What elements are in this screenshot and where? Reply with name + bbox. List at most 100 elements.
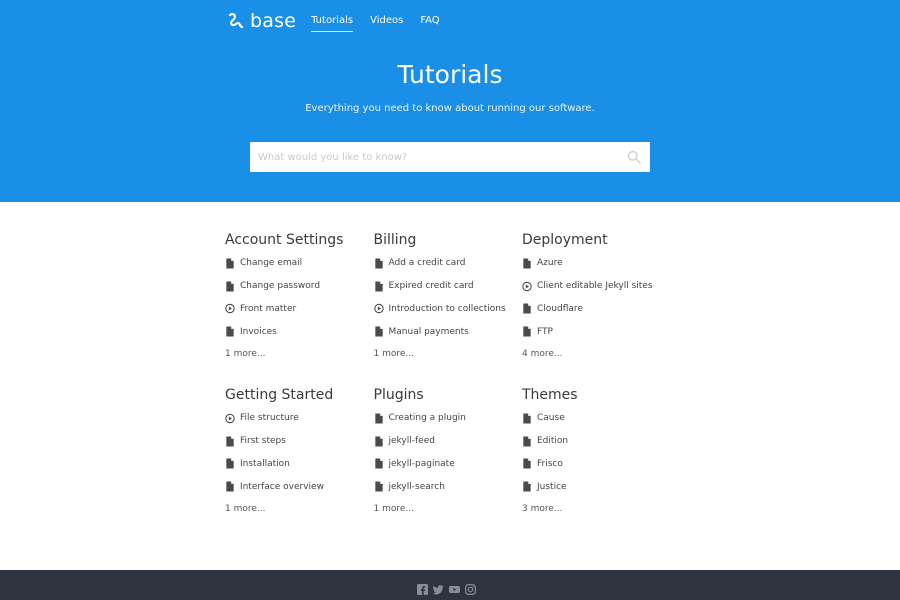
- tutorial-link[interactable]: Azure: [522, 252, 672, 275]
- document-icon: [522, 303, 532, 315]
- play-circle-icon: [373, 303, 384, 314]
- tutorial-link[interactable]: jekyll-search: [374, 475, 524, 498]
- tutorial-link[interactable]: Cloudflare: [522, 298, 672, 321]
- tutorial-link[interactable]: Expired credit card: [374, 275, 524, 298]
- facebook-icon[interactable]: [417, 584, 428, 595]
- instagram-icon[interactable]: [465, 584, 476, 595]
- tutorial-link-label: Cause: [537, 413, 565, 424]
- section-deployment: Deployment Azure Client editable Jekyll si…: [522, 230, 672, 365]
- tutorial-link-label: jekyll-search: [388, 481, 445, 492]
- logo-icon: [228, 12, 244, 29]
- tutorial-link[interactable]: Manual payments: [374, 320, 524, 343]
- section-title[interactable]: Deployment: [522, 230, 672, 252]
- tutorial-link[interactable]: jekyll-feed: [374, 430, 524, 453]
- tutorial-link[interactable]: Justice: [522, 475, 672, 498]
- section-title[interactable]: Billing: [374, 230, 524, 252]
- tutorial-link[interactable]: Installation: [225, 453, 375, 476]
- section-title[interactable]: Themes: [522, 385, 672, 407]
- logo[interactable]: base: [227, 10, 296, 32]
- twitter-icon[interactable]: [433, 584, 444, 595]
- play-circle-icon: [225, 413, 235, 424]
- section-title[interactable]: Account Settings: [225, 230, 375, 252]
- tutorial-link-label: Cloudflare: [537, 303, 583, 314]
- document-icon: [225, 326, 235, 337]
- document-icon: [225, 481, 235, 492]
- document-icon: [374, 258, 384, 269]
- tutorial-link-label: Azure: [537, 258, 563, 269]
- page-subtitle: Everything you need to know about runnin…: [305, 103, 595, 114]
- social-links: [417, 584, 481, 595]
- tutorial-link-label: Front matter: [240, 303, 297, 314]
- tutorial-link[interactable]: Introduction to collections: [373, 298, 524, 321]
- tutorial-link-label: Interface overview: [240, 481, 324, 492]
- document-icon: [225, 436, 235, 447]
- tutorial-link-label: Edition: [537, 436, 569, 447]
- section-billing: Billing Add a credit card Expired credit c…: [374, 230, 524, 365]
- tutorial-link[interactable]: Cause: [522, 407, 672, 430]
- tutorial-link[interactable]: First steps: [225, 430, 375, 453]
- nav-tutorials[interactable]: Tutorials: [311, 11, 353, 32]
- hero-banner: base Tutorials Videos FAQ Tutorials Ever…: [0, 0, 900, 202]
- tutorial-link-label: FTP: [537, 326, 553, 337]
- tutorial-link-label: Invoices: [240, 326, 277, 337]
- play-circle-icon: [522, 281, 532, 292]
- more-link[interactable]: 4 more...: [522, 343, 672, 365]
- play-circle-icon: [225, 303, 235, 314]
- document-icon: [225, 258, 235, 269]
- youtube-icon[interactable]: [449, 584, 460, 595]
- document-icon: [374, 481, 384, 492]
- tutorial-link-label: Manual payments: [388, 326, 469, 337]
- tutorial-link[interactable]: Front matter: [225, 298, 375, 321]
- tutorial-link[interactable]: Creating a plugin: [374, 407, 524, 430]
- more-link[interactable]: 3 more...: [522, 498, 672, 520]
- section-title[interactable]: Getting Started: [225, 385, 375, 407]
- more-link[interactable]: 1 more...: [225, 343, 375, 365]
- nav-videos[interactable]: Videos: [370, 11, 403, 32]
- tutorial-link[interactable]: FTP: [522, 320, 672, 343]
- tutorial-link[interactable]: Edition: [522, 430, 672, 453]
- top-nav: base Tutorials Videos FAQ: [227, 8, 457, 34]
- tutorial-link[interactable]: Frisco: [522, 453, 672, 476]
- section-plugins: Plugins Creating a plugin jekyll-feed jekyl…: [374, 385, 524, 520]
- more-link[interactable]: 1 more...: [225, 498, 375, 520]
- document-icon: [225, 458, 235, 470]
- search-icon[interactable]: [627, 150, 641, 164]
- tutorial-link-label: Installation: [240, 458, 290, 469]
- tutorial-link[interactable]: Change email: [225, 252, 375, 275]
- nav-links: Tutorials Videos FAQ: [311, 11, 457, 32]
- tutorial-link-label: Change email: [240, 258, 303, 269]
- logo-text: base: [250, 10, 297, 32]
- more-link[interactable]: 1 more...: [374, 498, 524, 520]
- section-getting-started: Getting Started File structure First steps…: [225, 385, 375, 520]
- document-icon: [374, 436, 384, 447]
- tutorial-link-label: Introduction to collections: [388, 303, 506, 314]
- section-title[interactable]: Plugins: [374, 385, 524, 407]
- tutorial-link[interactable]: Interface overview: [225, 475, 375, 498]
- more-link[interactable]: 1 more...: [374, 343, 524, 365]
- tutorial-link-label: Expired credit card: [388, 281, 474, 292]
- tutorial-link-label: First steps: [240, 436, 286, 447]
- document-icon: [522, 458, 532, 470]
- tutorial-link[interactable]: Add a credit card: [374, 252, 524, 275]
- tutorial-link[interactable]: Client editable Jekyll sites: [522, 275, 672, 298]
- tutorial-link-label: File structure: [240, 413, 299, 424]
- tutorial-link[interactable]: Change password: [225, 275, 375, 298]
- document-icon: [374, 326, 384, 337]
- document-icon: [374, 458, 384, 470]
- document-icon: [522, 436, 532, 447]
- tutorial-link[interactable]: Invoices: [225, 320, 375, 343]
- tutorial-link-label: Change password: [240, 281, 321, 292]
- section-account-settings: Account Settings Change email Change passw…: [225, 230, 375, 365]
- document-icon: [522, 481, 532, 492]
- search-input[interactable]: [250, 142, 620, 172]
- document-icon: [225, 281, 235, 292]
- nav-faq[interactable]: FAQ: [420, 11, 439, 32]
- tutorial-link[interactable]: jekyll-paginate: [374, 453, 524, 476]
- tutorial-link[interactable]: File structure: [225, 407, 375, 430]
- tutorial-link-label: Add a credit card: [388, 258, 466, 269]
- search-box: [250, 142, 650, 172]
- tutorial-link-label: jekyll-paginate: [388, 458, 455, 469]
- tutorial-link-label: Justice: [537, 481, 567, 492]
- document-icon: [522, 413, 532, 424]
- page-title: Tutorials: [397, 60, 503, 89]
